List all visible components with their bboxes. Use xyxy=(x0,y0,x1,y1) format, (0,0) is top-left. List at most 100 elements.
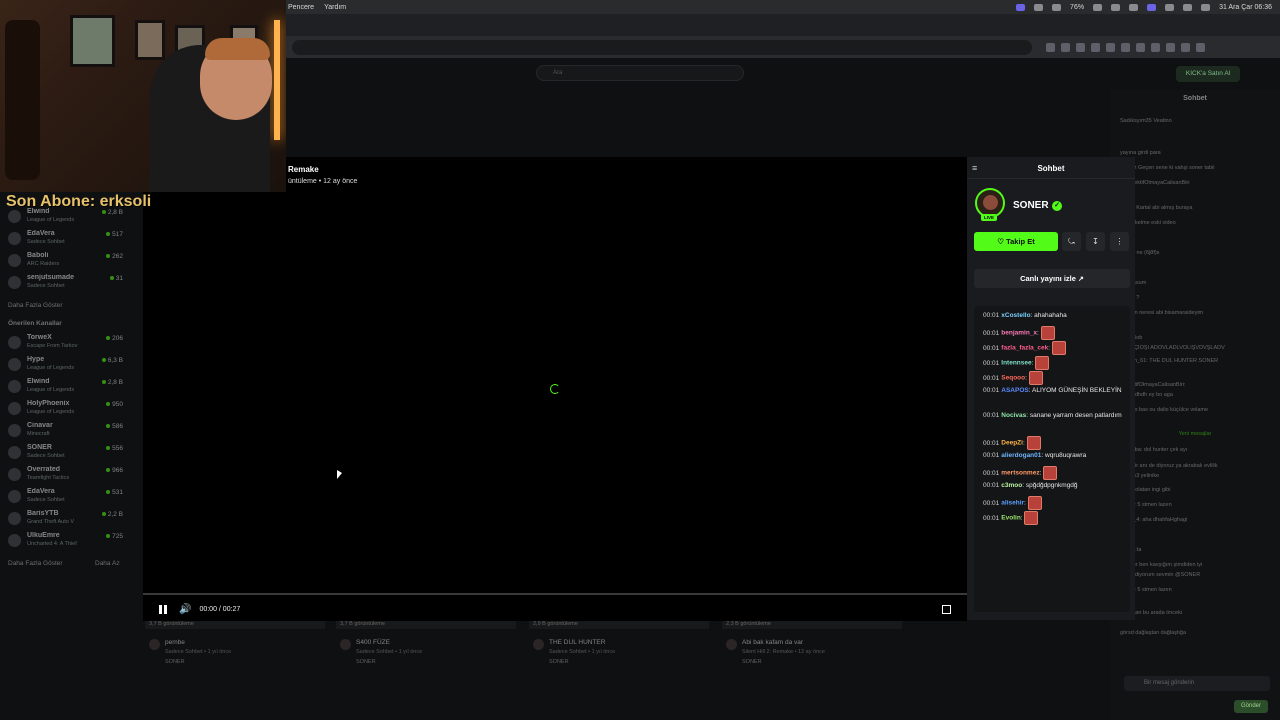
profile-avatar[interactable] xyxy=(1196,42,1205,52)
fullscreen-icon[interactable] xyxy=(942,604,951,614)
menu-yardim[interactable]: Yardım xyxy=(324,4,346,11)
send-button[interactable]: Gönder xyxy=(1234,700,1268,713)
sidebar-recommended-channel[interactable]: EdaVera Sadece Sohbet 531 xyxy=(8,487,123,507)
message-username[interactable]: fazla_fazla_cek xyxy=(1001,345,1048,352)
menu-extra-icon[interactable] xyxy=(1034,3,1044,11)
message-text: ALIYOM GÜNEŞİN BEKLEYİN xyxy=(1032,387,1122,394)
bg-chat-line: esabi_4: aha dhahfaHghagi xyxy=(1120,517,1188,523)
extension-icon[interactable] xyxy=(1061,42,1070,52)
extension-icon[interactable] xyxy=(1106,42,1115,52)
channel-category: Teamfight Tactics xyxy=(27,475,70,481)
loading-spinner-icon xyxy=(550,384,560,394)
extension-icon[interactable] xyxy=(1166,42,1175,52)
related-video-card[interactable]: 2,3 B görüntüleme Abi bak kafam da var S… xyxy=(722,620,902,672)
viewer-count: 2,8 B xyxy=(102,379,123,386)
message-username[interactable]: DeepZi xyxy=(1001,440,1023,447)
volume-icon[interactable] xyxy=(1165,3,1175,11)
watch-live-button[interactable]: Canlı yayını izle ↗ xyxy=(974,269,1130,288)
chat-message: 00:01 Evolin: xyxy=(983,511,1128,525)
verified-icon: ✓ xyxy=(1052,201,1062,211)
message-username[interactable]: benjamin_x xyxy=(1001,330,1037,337)
video-progress-bar[interactable] xyxy=(143,593,967,595)
related-video-card[interactable]: 3,7 B görüntüleme S400 FÜZE Sadece Sohbe… xyxy=(336,620,516,672)
channel-name: Hype xyxy=(27,356,45,363)
sidebar-recommended-channel[interactable]: HolyPhoenix League of Legends 950 xyxy=(8,399,123,419)
url-field[interactable] xyxy=(292,39,1032,55)
chat-message: 00:01 Intennsee: xyxy=(983,356,1128,370)
message-username[interactable]: Intennsee xyxy=(1001,360,1031,367)
more-options-icon[interactable]: ⋮ xyxy=(1110,232,1129,251)
extensions-puzzle-icon[interactable] xyxy=(1181,42,1190,52)
bookmark-star-icon[interactable] xyxy=(1046,42,1055,52)
sidebar-channel[interactable]: Baboli ARC Raiders 262 xyxy=(8,251,123,271)
message-username[interactable]: alisehir xyxy=(1001,500,1024,507)
app-icon[interactable] xyxy=(1147,3,1157,11)
sidebar-recommended-channel[interactable]: Overrated Teamfight Tactics 966 xyxy=(8,465,123,485)
channel-name: EdaVera xyxy=(27,488,55,495)
screen-record-icon[interactable] xyxy=(1016,3,1026,11)
chat-message-input[interactable]: Bir mesaj gönderin xyxy=(1124,676,1270,691)
sidebar-recommended-channel[interactable]: Hype League of Legends 6,3 B xyxy=(8,355,123,375)
moon-icon[interactable] xyxy=(1111,3,1121,11)
chat-log[interactable]: 00:01 xCostello: ahahahaha 00:01 benjamin_x… xyxy=(974,306,1130,612)
extension-icon[interactable] xyxy=(1151,42,1160,52)
view-count: 3,7 B görüntüleme xyxy=(340,621,385,627)
message-username[interactable]: xCostello xyxy=(1001,312,1030,319)
emote-icon xyxy=(1040,326,1055,340)
bg-chat-line: @ObjektifOlmayaCalisanBiri xyxy=(1120,180,1190,186)
message-username[interactable]: Nocivas xyxy=(1001,412,1026,419)
menu-extra-icon[interactable] xyxy=(1052,3,1062,11)
channel-category: League of Legends xyxy=(27,365,75,371)
related-video-card[interactable]: 3,7 B görüntüleme pembe Sadece Sohbet • … xyxy=(145,620,325,672)
extension-icon[interactable] xyxy=(1076,42,1085,52)
site-search-input[interactable]: Ara xyxy=(536,65,744,81)
show-more-link[interactable]: Daha Fazla Göster xyxy=(8,302,63,309)
sidebar-recommended-channel[interactable]: TorweX Escape From Tarkov 206 xyxy=(8,333,123,353)
channel-category: Escape From Tarkov xyxy=(27,343,78,349)
sidebar-channel[interactable]: senjutsumade Sadece Sohbet 31 xyxy=(8,273,123,293)
sidebar-recommended-channel[interactable]: BarisYTB Grand Theft Auto V 2,2 B xyxy=(8,509,123,529)
sidebar-recommended-channel[interactable]: UlkuEmre Uncharted 4: A Thief 725 xyxy=(8,531,123,551)
lamp-light xyxy=(274,20,280,140)
chat-message: 00:01 alierdogan01: wqru8uqrawra xyxy=(983,451,1128,461)
bg-chat-line: tedn bolatan ingi gibi xyxy=(1120,487,1171,493)
sidebar-recommended-channel[interactable]: SONER Sadece Sohbet 556 xyxy=(8,443,123,463)
channel-name: Baboli xyxy=(27,252,49,259)
wifi-icon[interactable] xyxy=(1183,3,1193,11)
show-more-link[interactable]: Daha Fazla Göster xyxy=(8,560,63,567)
menu-pencere[interactable]: Pencere xyxy=(288,4,314,11)
message-timestamp: 00:01 xyxy=(983,482,1000,489)
show-less-link[interactable]: Daha Az xyxy=(95,560,120,567)
download-icon[interactable]: ↧ xyxy=(1086,232,1105,251)
kick-buy-button[interactable]: KICK'a Satın Al xyxy=(1176,66,1240,82)
related-video-card[interactable]: 2,9 B görüntüleme THE DUL HUNTER Sadece … xyxy=(529,620,709,672)
channel-name[interactable]: SONER xyxy=(1013,200,1049,211)
share-icon[interactable]: ⤿ xyxy=(1062,232,1081,251)
extension-icon[interactable] xyxy=(1136,42,1145,52)
avatar xyxy=(8,336,21,349)
avatar xyxy=(8,446,21,459)
battery-icon[interactable] xyxy=(1093,3,1103,11)
message-username[interactable]: Evolin xyxy=(1001,515,1021,522)
bluetooth-icon[interactable] xyxy=(1129,3,1139,11)
message-username[interactable]: alierdogan01 xyxy=(1001,452,1041,459)
channel-name: Elwind xyxy=(27,378,50,385)
menubar-clock[interactable]: 31 Ara Çar 06:36 xyxy=(1219,4,1272,11)
sidebar-recommended-channel[interactable]: Elwind League of Legends 2,8 B xyxy=(8,377,123,397)
volume-icon[interactable]: 🔊 xyxy=(179,604,191,615)
sidebar-channel[interactable]: EdaVera Sadece Sohbet 517 xyxy=(8,229,123,249)
follow-button[interactable]: ♡ Takip Et xyxy=(974,232,1058,251)
message-username[interactable]: ASAPOS xyxy=(1001,387,1028,394)
bg-chat-line: İzmir in neresi abi bisamaraideyim xyxy=(1120,310,1204,316)
message-username[interactable]: c3moo xyxy=(1001,482,1022,489)
pause-icon[interactable] xyxy=(159,604,167,614)
channel-category: Grand Theft Auto V xyxy=(27,519,74,525)
extension-icon[interactable] xyxy=(1121,42,1130,52)
extension-icon[interactable] xyxy=(1091,42,1100,52)
message-username[interactable]: Seqooo xyxy=(1001,375,1025,382)
control-center-icon[interactable] xyxy=(1201,3,1211,11)
message-timestamp: 00:01 xyxy=(983,514,1000,522)
sidebar-recommended-channel[interactable]: Cinavar Minecraft 586 xyxy=(8,421,123,441)
channel-name: HolyPhoenix xyxy=(27,400,70,407)
message-username[interactable]: mertsonmez xyxy=(1001,470,1039,477)
